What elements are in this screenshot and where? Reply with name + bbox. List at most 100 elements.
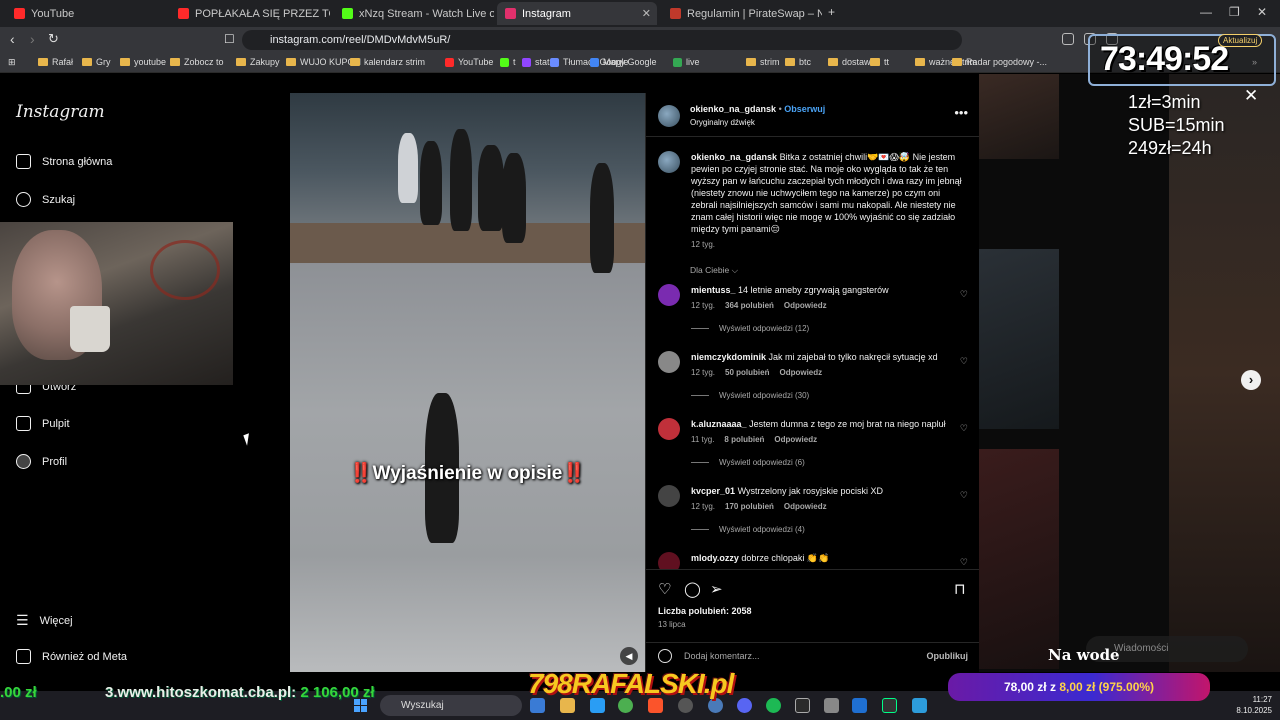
bookmark-item[interactable]: Zobocz to bbox=[170, 57, 224, 67]
comment-like-icon[interactable]: ♡ bbox=[960, 490, 968, 501]
folder-icon[interactable] bbox=[560, 698, 575, 713]
view-replies-button[interactable]: Wyświetl odpowiedzi (4) bbox=[691, 525, 805, 534]
comment-like-icon[interactable]: ♡ bbox=[960, 289, 968, 300]
bookmark-item[interactable]: t bbox=[500, 57, 516, 67]
close-icon[interactable]: ✕ bbox=[1244, 86, 1258, 106]
bookmark-item[interactable]: live bbox=[673, 57, 700, 67]
extension-icon[interactable] bbox=[1062, 33, 1074, 45]
bookmark-icon[interactable]: ☐ bbox=[224, 32, 235, 46]
comment-likes[interactable]: 50 polubień bbox=[725, 368, 769, 377]
bookmark-item[interactable]: Rafał bbox=[38, 57, 73, 67]
comment-likes[interactable]: 8 polubień bbox=[724, 435, 764, 444]
reel-video[interactable]: ‼️Wyjaśnienie w opisie‼️ ◀ bbox=[290, 93, 645, 672]
bookmark-item[interactable]: strim bbox=[746, 57, 780, 67]
sidebar-item-search[interactable]: Szukaj bbox=[16, 192, 75, 207]
author-avatar[interactable] bbox=[658, 105, 680, 127]
mute-icon[interactable]: ◀ bbox=[620, 647, 638, 665]
instagram-logo[interactable]: Instagram bbox=[16, 102, 105, 122]
minimize-icon[interactable]: — bbox=[1200, 5, 1212, 19]
app-icon[interactable] bbox=[882, 698, 897, 713]
notepad-icon[interactable] bbox=[912, 698, 927, 713]
bookmark-item[interactable]: tt bbox=[870, 57, 889, 67]
comment-likes[interactable]: 170 polubień bbox=[725, 502, 774, 511]
apps-icon[interactable]: ⊞ bbox=[8, 57, 16, 68]
sidebar-item-more[interactable]: ☰ Więcej bbox=[16, 612, 73, 629]
audio-label[interactable]: Oryginalny dźwięk bbox=[690, 118, 755, 127]
tab-instagram[interactable]: Instagram ✕ bbox=[497, 2, 657, 25]
caption-author[interactable]: okienko_na_gdansk bbox=[691, 152, 777, 162]
discord-icon[interactable] bbox=[737, 698, 752, 713]
emoji-icon[interactable] bbox=[658, 649, 672, 663]
spotify-icon[interactable] bbox=[766, 698, 781, 713]
close-window-icon[interactable]: ✕ bbox=[1257, 5, 1267, 19]
taskbar-clock[interactable]: 11:27 8.10.2025 bbox=[1232, 694, 1272, 716]
comment-like-icon[interactable]: ♡ bbox=[960, 423, 968, 434]
forward-icon[interactable]: › bbox=[30, 32, 35, 46]
update-button[interactable]: Aktualizuj bbox=[1218, 34, 1263, 47]
comment-like-icon[interactable]: ♡ bbox=[960, 356, 968, 367]
taskbar-search[interactable]: Wyszukaj bbox=[380, 695, 522, 716]
tab-kick[interactable]: xNzq Stream - Watch Live on Kick bbox=[334, 2, 494, 25]
chrome-icon[interactable] bbox=[618, 698, 633, 713]
obs-icon[interactable] bbox=[678, 698, 693, 713]
reply-button[interactable]: Odpowiedz bbox=[784, 301, 827, 310]
tab-youtube[interactable]: YouTube bbox=[6, 2, 166, 25]
address-input[interactable]: instagram.com/reel/DMDvMdvM5uR/ bbox=[242, 30, 962, 50]
sidebar-item-meta[interactable]: Również od Meta bbox=[16, 649, 127, 664]
sidebar-item-profile[interactable]: Profil bbox=[16, 454, 67, 469]
save-icon[interactable]: ⊓ bbox=[954, 580, 966, 598]
close-tab-icon[interactable]: ✕ bbox=[642, 7, 651, 20]
bookmark-item[interactable]: Zakupy bbox=[236, 57, 280, 67]
publish-button[interactable]: Opublikuj bbox=[927, 651, 969, 661]
bookmark-item[interactable]: YouTube bbox=[445, 57, 493, 67]
commenter-username[interactable]: kvcper_01 bbox=[691, 486, 735, 496]
store-icon[interactable] bbox=[590, 698, 605, 713]
next-reel-button[interactable]: › bbox=[1241, 370, 1261, 390]
app-icon[interactable] bbox=[852, 698, 867, 713]
comment-icon[interactable]: ◯ bbox=[684, 580, 701, 598]
sidebar-item-home[interactable]: Strona główna bbox=[16, 154, 112, 169]
reply-button[interactable]: Odpowiedz bbox=[779, 368, 822, 377]
bookmark-item[interactable]: Radar pogodowy -... bbox=[952, 57, 1047, 67]
bookmark-item[interactable]: Gry bbox=[82, 57, 111, 67]
sidebar-item-dashboard[interactable]: Pulpit bbox=[16, 416, 70, 431]
share-icon[interactable]: ➢ bbox=[710, 580, 723, 598]
view-replies-button[interactable]: Wyświetl odpowiedzi (30) bbox=[691, 391, 809, 400]
comment-filter[interactable]: Dla Ciebie ⌵ bbox=[690, 265, 738, 276]
comment-like-icon[interactable]: ♡ bbox=[960, 557, 968, 568]
calculator-icon[interactable] bbox=[824, 698, 839, 713]
bookmark-item[interactable]: Mapy Google bbox=[590, 57, 657, 67]
commenter-username[interactable]: mientuss_ bbox=[691, 285, 736, 295]
app-icon[interactable] bbox=[795, 698, 810, 713]
bookmark-item[interactable]: btc bbox=[785, 57, 811, 67]
commenter-username[interactable]: mlody.ozzy bbox=[691, 553, 739, 563]
tab-bungee[interactable]: POPŁAKAŁA SIĘ PRZEZ TO! BUNGEE bbox=[170, 2, 330, 25]
file-explorer-icon[interactable] bbox=[530, 698, 545, 713]
view-replies-button[interactable]: Wyświetl odpowiedzi (12) bbox=[691, 324, 809, 333]
view-replies-button[interactable]: Wyświetl odpowiedzi (6) bbox=[691, 458, 805, 467]
reply-button[interactable]: Odpowiedz bbox=[784, 502, 827, 511]
commenter-avatar[interactable] bbox=[658, 418, 680, 440]
commenter-avatar[interactable] bbox=[658, 351, 680, 373]
new-tab-icon[interactable]: + bbox=[828, 5, 835, 19]
more-options-icon[interactable]: ••• bbox=[954, 105, 968, 120]
commenter-username[interactable]: niemczykdominik bbox=[691, 352, 766, 362]
reload-icon[interactable]: ↻ bbox=[48, 32, 59, 46]
like-icon[interactable]: ♡ bbox=[658, 580, 671, 598]
commenter-avatar[interactable] bbox=[658, 284, 680, 306]
likes-count[interactable]: Liczba polubień: 2058 bbox=[658, 606, 752, 616]
tab-pirateswap[interactable]: Regulamin | PirateSwap – Najlepsza bbox=[662, 2, 822, 25]
comment-likes[interactable]: 364 polubień bbox=[725, 301, 774, 310]
commenter-avatar[interactable] bbox=[658, 485, 680, 507]
brave-icon[interactable] bbox=[648, 698, 663, 713]
app-icon[interactable] bbox=[708, 698, 723, 713]
author-username[interactable]: okienko_na_gdansk bbox=[690, 104, 776, 114]
bookmark-item[interactable]: dostawa bbox=[828, 57, 876, 67]
bookmark-item[interactable]: kalendarz strim bbox=[350, 57, 425, 67]
author-avatar[interactable] bbox=[658, 151, 680, 173]
bookmark-item[interactable]: youtube bbox=[120, 57, 166, 67]
comment-input[interactable]: Dodaj komentarz... bbox=[684, 651, 760, 661]
maximize-icon[interactable]: ❐ bbox=[1229, 5, 1240, 19]
commenter-username[interactable]: k.aluznaaaa_ bbox=[691, 419, 747, 429]
back-icon[interactable]: ‹ bbox=[10, 32, 15, 46]
